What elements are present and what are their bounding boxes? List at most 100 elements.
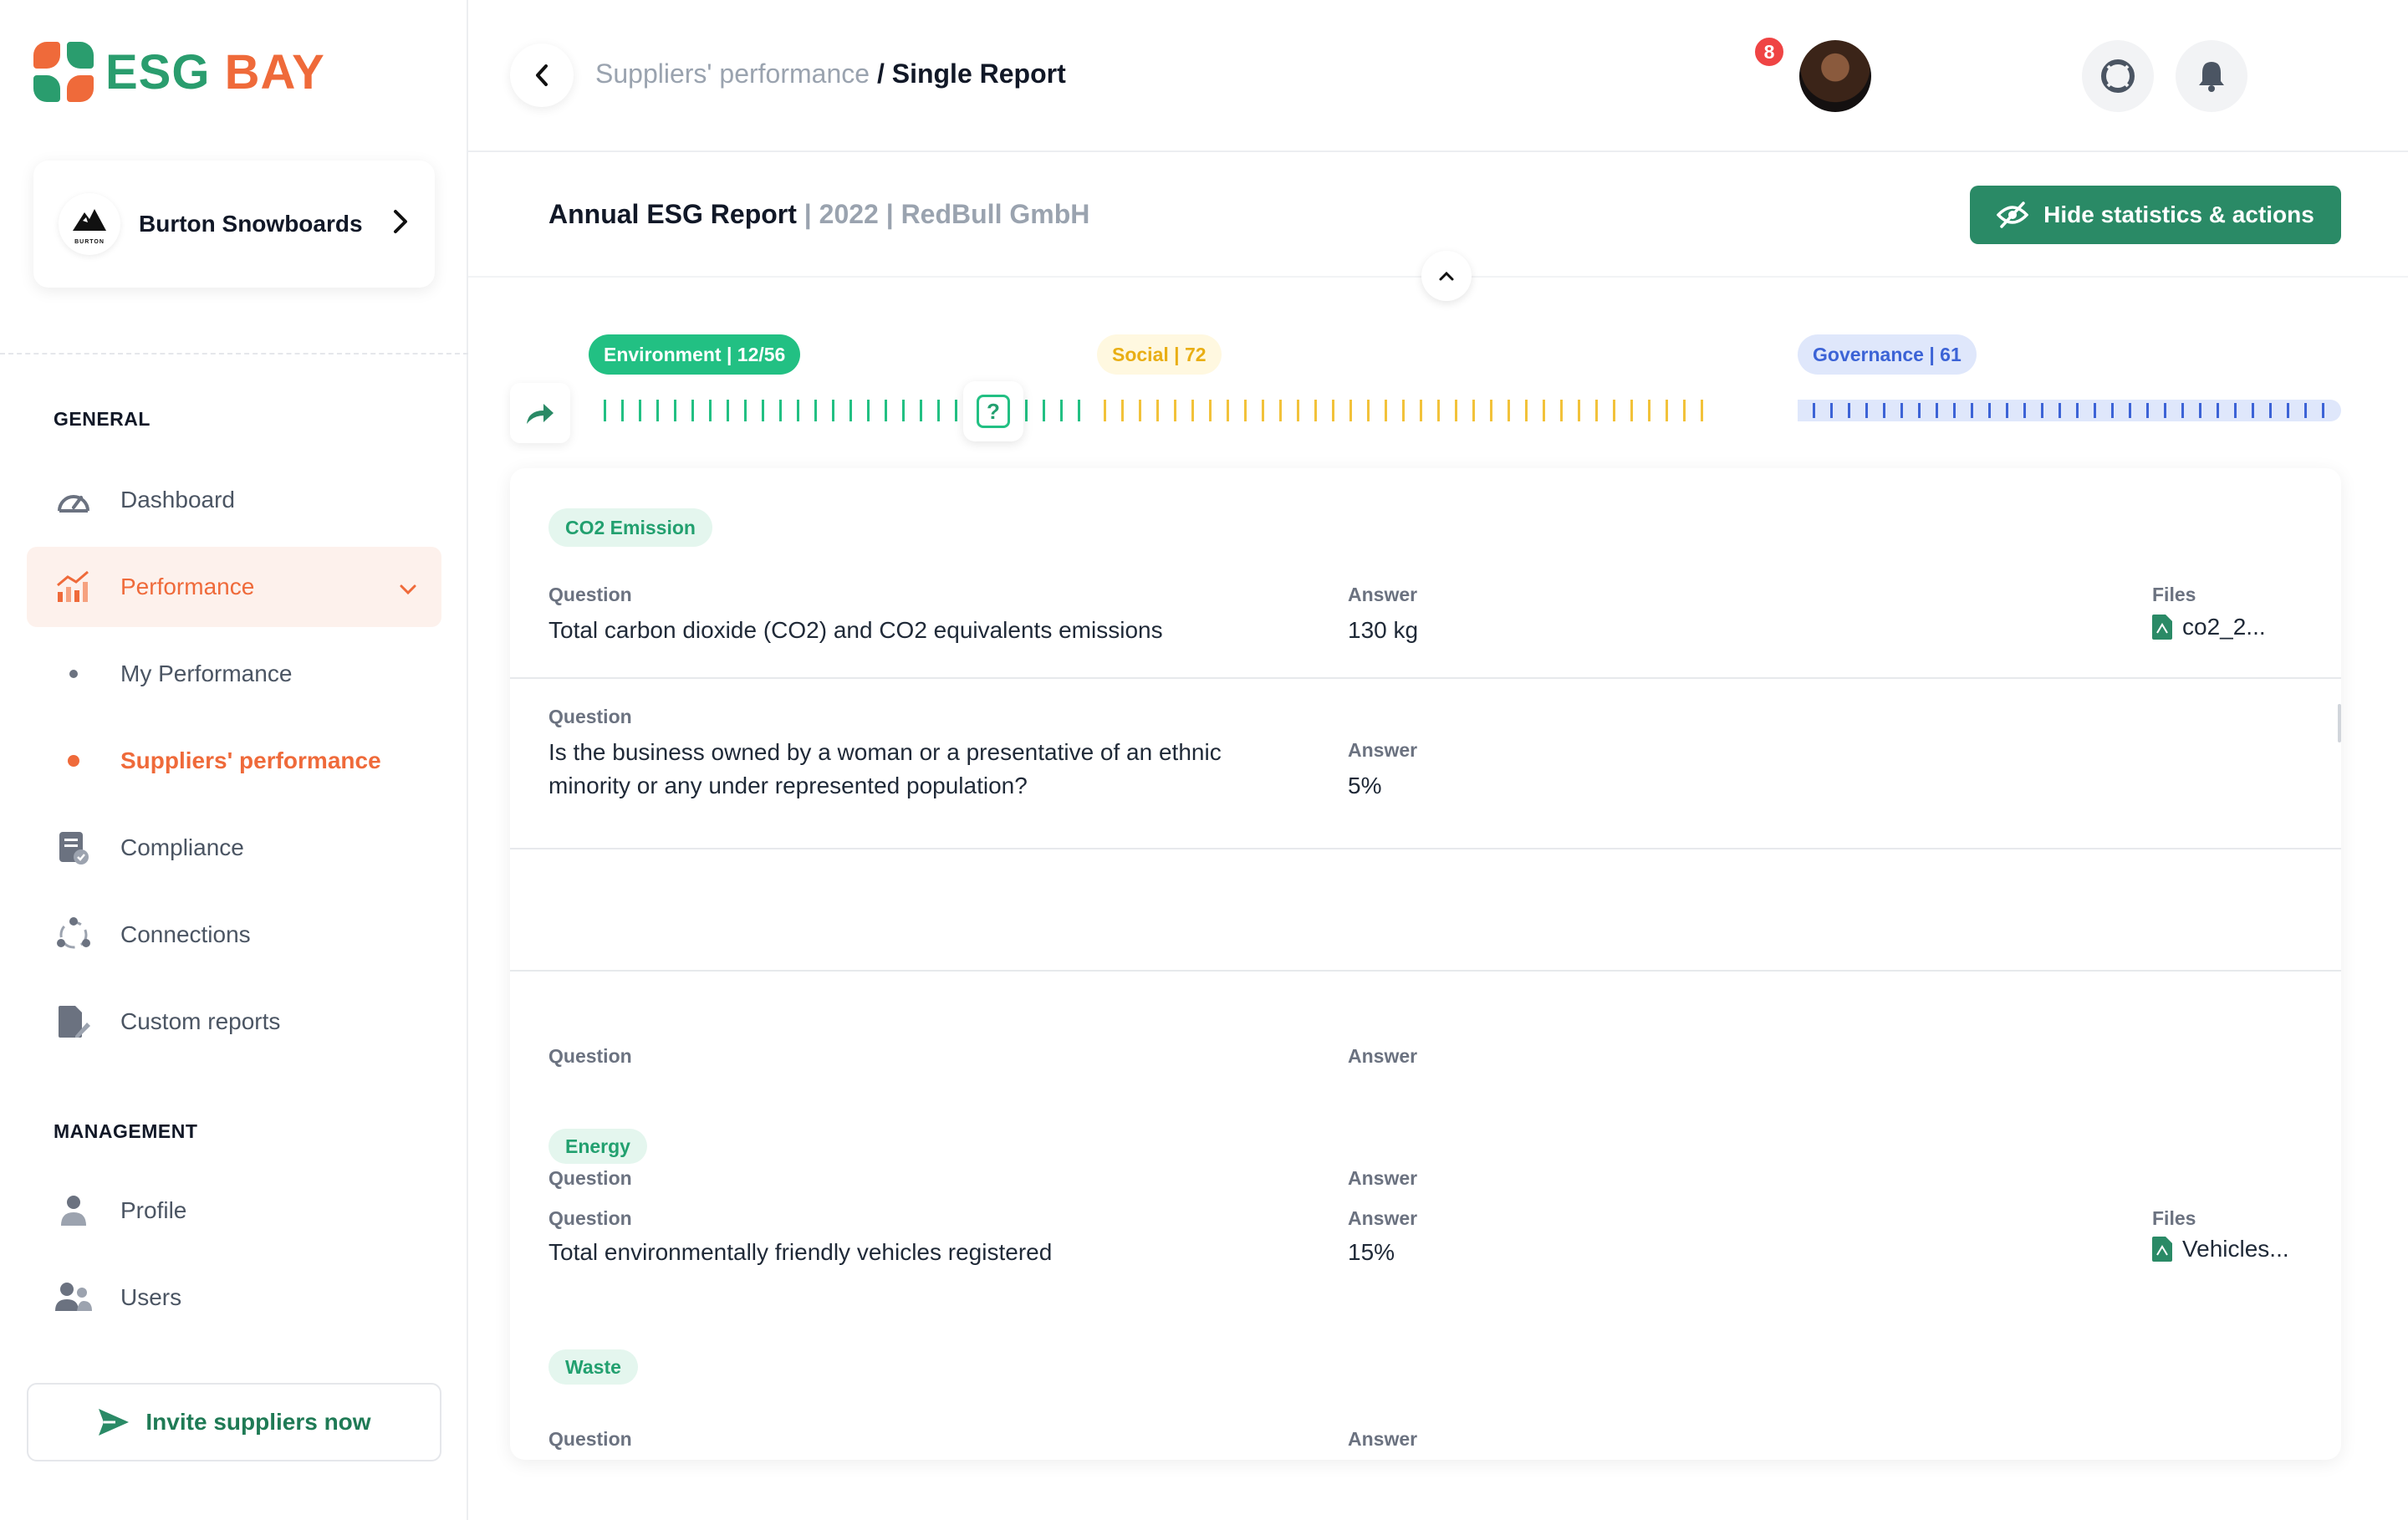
report-name: Annual ESG Report — [548, 199, 797, 229]
sidebar-item-performance[interactable]: Performance — [27, 547, 441, 627]
company-switcher[interactable]: BURTON Burton Snowboards — [33, 161, 435, 288]
file-attachment[interactable]: co2_2... — [2152, 614, 2266, 640]
bell-icon — [2199, 62, 2224, 92]
report-company: RedBull GmbH — [900, 199, 1090, 229]
question-mark-icon: ? — [977, 395, 1010, 428]
breadcrumb-current: / Single Report — [876, 59, 1066, 89]
file-name: Vehicles... — [2182, 1236, 2289, 1262]
users-icon — [55, 1279, 92, 1316]
top-bar: Suppliers' performance / Single Report — [468, 0, 2408, 152]
governance-ticks — [1798, 403, 2333, 418]
chevron-up-icon — [1439, 271, 1454, 281]
sidebar-item-label: Profile — [120, 1197, 187, 1223]
hide-button-label: Hide statistics & actions — [2043, 201, 2314, 227]
question-label: Question — [548, 1167, 632, 1189]
row-divider — [510, 970, 2341, 972]
bullet-dot-icon — [68, 755, 79, 767]
category-energy: Energy — [548, 1129, 647, 1164]
breadcrumb: Suppliers' performance / Single Report — [595, 59, 1066, 89]
sidebar-item-label: Performance — [120, 574, 255, 599]
governance-pill[interactable]: Governance | 61 — [1798, 334, 1977, 375]
pdf-file-icon — [2152, 615, 2172, 640]
answer-label: Answer — [1348, 739, 1418, 761]
question-label: Question — [548, 1045, 632, 1067]
sidebar-item-connections[interactable]: Connections — [27, 895, 441, 975]
chevron-down-icon — [398, 575, 418, 602]
sidebar-item-label: Connections — [120, 921, 251, 947]
question-label: Question — [548, 584, 632, 605]
answer-label: Answer — [1348, 1045, 1418, 1067]
sidebar-item-suppliers-performance[interactable]: Suppliers' performance — [27, 721, 441, 801]
question-label: Question — [548, 1207, 632, 1229]
notifications-button[interactable] — [2176, 40, 2247, 112]
avatar[interactable] — [1799, 40, 1871, 112]
sidebar-item-users[interactable]: Users — [27, 1257, 441, 1338]
chevron-left-icon — [536, 64, 548, 86]
chart-up-icon — [55, 569, 92, 605]
back-button[interactable] — [510, 43, 574, 107]
invite-suppliers-button[interactable]: Invite suppliers now — [27, 1383, 441, 1461]
sidebar-item-my-performance[interactable]: My Performance — [27, 634, 441, 714]
answer-label: Answer — [1348, 1428, 1418, 1450]
files-label: Files — [2152, 584, 2196, 605]
invite-button-label: Invite suppliers now — [145, 1409, 371, 1435]
sidebar-item-label: Suppliers' performance — [120, 747, 381, 773]
report-title: Annual ESG Report | 2022 | RedBull GmbH — [548, 199, 1089, 230]
question-text: Is the business owned by a woman or a pr… — [548, 739, 1222, 765]
sidebar-item-custom-reports[interactable]: Custom reports — [27, 982, 441, 1062]
current-question-marker[interactable]: ? — [963, 381, 1023, 441]
sidebar-item-label: Users — [120, 1284, 182, 1310]
answer-label: Answer — [1348, 1167, 1418, 1189]
share-button[interactable] — [510, 383, 570, 443]
category-waste: Waste — [548, 1349, 638, 1385]
scrollbar-thumb[interactable] — [2338, 704, 2341, 742]
logo-mark-icon — [33, 42, 94, 102]
question-text: Total carbon dioxide (CO2) and CO2 equiv… — [548, 617, 1163, 643]
answer-value: 15% — [1348, 1239, 1395, 1265]
progress-timeline[interactable] — [589, 400, 2341, 421]
report-year: | 2022 | — [804, 199, 894, 229]
nav-section-management: MANAGEMENT — [54, 1120, 198, 1142]
esg-bay-logo[interactable]: ESG BAY — [33, 42, 325, 102]
bullet-dot-icon — [69, 670, 78, 678]
eye-off-icon — [1997, 201, 2029, 228]
company-name: Burton Snowboards — [139, 211, 363, 237]
lifebuoy-icon — [2101, 59, 2135, 93]
sidebar-item-compliance[interactable]: Compliance — [27, 808, 441, 888]
logo-text: ESG BAY — [105, 44, 325, 99]
chevron-right-icon — [391, 207, 410, 242]
connections-icon — [55, 916, 92, 953]
sidebar-item-dashboard[interactable]: Dashboard — [27, 460, 441, 540]
breadcrumb-parent-link[interactable]: Suppliers' performance — [595, 59, 870, 89]
answer-label: Answer — [1348, 1207, 1418, 1229]
social-segment — [1089, 400, 1712, 421]
company-logo-icon: BURTON — [59, 193, 120, 255]
sidebar-item-profile[interactable]: Profile — [27, 1171, 441, 1251]
question-text: minority or any under represented popula… — [548, 773, 1028, 798]
row-divider — [510, 677, 2341, 679]
file-attachment[interactable]: Vehicles... — [2152, 1236, 2289, 1262]
collapse-stats-button[interactable] — [1421, 251, 1472, 301]
question-text: Total environmentally friendly vehicles … — [548, 1239, 1053, 1265]
sidebar-item-label: My Performance — [120, 661, 293, 686]
question-label: Question — [548, 1428, 632, 1450]
send-icon — [99, 1409, 130, 1436]
document-edit-icon — [55, 1003, 92, 1040]
share-arrow-icon — [527, 404, 554, 424]
files-label: Files — [2152, 1207, 2196, 1229]
sidebar-divider — [0, 353, 468, 354]
support-button[interactable] — [2082, 40, 2154, 112]
answer-label: Answer — [1348, 584, 1418, 605]
gauge-icon — [55, 482, 92, 518]
questions-panel: CO2 Emission Question Answer Files Total… — [510, 468, 2341, 1460]
environment-pill[interactable]: Environment | 12/56 — [589, 334, 801, 375]
hide-statistics-button[interactable]: Hide statistics & actions — [1970, 186, 2341, 244]
sidebar-item-label: Dashboard — [120, 487, 235, 513]
sidebar: ESG BAY BURTON Burton Snowboards GENERAL… — [0, 0, 468, 1520]
answer-value: 5% — [1348, 773, 1382, 798]
document-check-icon — [55, 829, 92, 866]
notification-count-badge: 8 — [1752, 35, 1786, 69]
row-divider — [510, 848, 2341, 849]
social-pill[interactable]: Social | 72 — [1097, 334, 1222, 375]
sidebar-item-label: Compliance — [120, 834, 244, 860]
